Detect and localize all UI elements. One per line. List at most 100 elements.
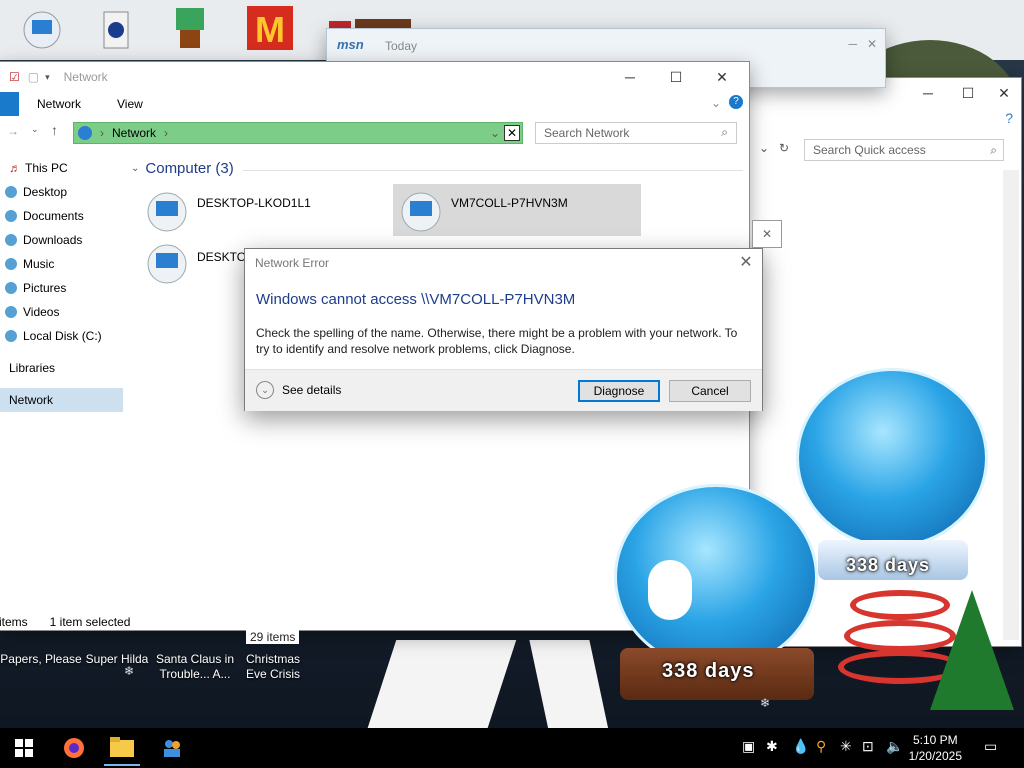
network-computer-icon[interactable] [12,4,72,56]
sidebar-item-documents[interactable]: Documents [0,204,123,228]
music-icon [5,258,17,270]
firefox-icon [64,738,84,758]
game-tray-icon[interactable]: ✱ [766,738,778,755]
taskbar: ▣ ✱ 💧 ⚲ ✳ ⊡ 🔈 5:10 PM 1/20/2025 ▭ [0,728,1024,768]
sidebar-item-desktop[interactable]: Desktop [0,180,123,204]
chevron-down-icon: ⌄ [256,381,274,399]
address-dropdown-icon[interactable]: ⌄ [490,126,500,140]
wallpaper-road-2 [529,640,611,740]
search-icon: ⌕ [990,143,997,157]
app-tray-icon[interactable]: ▣ [742,738,755,755]
sidebar-item-pictures[interactable]: Pictures [0,276,123,300]
snow-globe [796,368,988,548]
desktop-icon-super-hilda[interactable]: Super Hilda [84,652,150,667]
breadcrumb-network[interactable]: Network [112,126,156,140]
recent-locations-icon[interactable]: ⌄ [31,124,39,135]
breadcrumb-separator: › [100,126,104,140]
start-button[interactable] [6,730,42,766]
game-character-icon[interactable] [160,2,220,54]
help-icon[interactable]: ? [729,95,743,109]
desktop-icon [5,186,17,198]
forward-icon[interactable]: → [7,124,19,138]
volume-icon[interactable]: 🔈 [886,738,903,755]
msn-logo: msn [337,37,364,52]
tab-network[interactable]: Network [19,92,99,116]
this-pc-icon: ♬ [9,161,21,175]
network-tray-icon[interactable]: ⊡ [862,738,874,755]
people-icon [164,740,180,757]
snowman-globe [614,484,818,670]
scrollbar[interactable] [1003,170,1019,640]
windows-icon [15,739,33,757]
new-folder-icon[interactable]: ▢ [28,70,39,84]
close-icon[interactable]: ✕ [867,37,877,51]
tab-view[interactable]: View [99,92,161,116]
mcdonalds-icon[interactable]: M [240,2,300,54]
firefox-taskbar-button[interactable] [56,730,92,766]
sidebar-item-network[interactable]: Network [0,388,123,412]
clear-address-icon[interactable]: ✕ [504,125,520,141]
refresh-icon[interactable]: ↻ [779,141,789,155]
network-app-taskbar-button[interactable] [154,730,190,766]
see-details-toggle[interactable]: ⌄ See details [256,381,341,399]
network-error-dialog[interactable]: Network Error ✕ Windows cannot access \\… [244,248,763,411]
computer-item-selected[interactable]: VM7COLL-P7HVN3M [393,184,641,236]
disk-icon [5,330,17,342]
computer-item[interactable]: DESKTOP-LKOD1L1 [145,190,365,234]
minimize-icon[interactable]: ─ [607,62,653,92]
dialog-footer: ⌄ See details Diagnose Cancel [245,369,762,411]
pictures-icon [5,282,17,294]
diagnose-button[interactable]: Diagnose [578,380,660,402]
desktop-icon-papers-please[interactable]: Papers, Please [0,652,82,667]
status-bar: items 1 item selected [0,615,131,629]
customize-dropdown-icon[interactable]: ▾ [45,72,50,83]
documents-icon [5,210,17,222]
file-explorer-taskbar-button[interactable] [104,730,140,766]
network-search-input[interactable]: Search Network ⌕ [535,122,737,144]
minimize-icon[interactable]: ─ [848,37,857,51]
snowflake-icon: ❄ [760,696,771,710]
sidebar-item-videos[interactable]: Videos [0,300,123,324]
desktop-icon-santa-claus[interactable]: Santa Claus in Trouble... A... [154,652,236,682]
dialog-heading: Windows cannot access \\VM7COLL-P7HVN3M [256,291,576,308]
sidebar-item-libraries[interactable]: Libraries [0,356,123,380]
search-icon: ⌕ [721,125,728,139]
expand-ribbon-icon[interactable]: ⌄ [711,96,721,110]
action-center-icon[interactable]: ▭ [984,738,997,755]
snowflake-icon: ❄ [404,508,415,522]
close-icon[interactable]: ✕ [981,78,1024,108]
sidebar-item-local-disk[interactable]: Local Disk (C:) [0,324,123,348]
folder-icon [110,737,134,757]
desktop-icon-christmas-eve[interactable]: Christmas Eve Crisis [234,652,312,682]
cancel-button[interactable]: Cancel [669,380,751,402]
help-icon[interactable]: ? [1005,110,1013,126]
ribbon: Network View ⌄ ? [0,92,749,116]
up-arrow-icon[interactable]: ↑ [51,122,58,138]
quick-access-search-input[interactable]: Search Quick access ⌕ [804,139,1004,161]
file-tab[interactable] [0,92,19,116]
quick-access-check-icon[interactable]: ☑ [9,70,20,84]
downloads-icon [5,234,17,246]
videos-icon [5,306,17,318]
collapse-group-icon[interactable]: ⌄ [131,163,139,174]
sidebar-item-this-pc[interactable]: ♬ This PC [0,156,123,180]
dialog-title: Network Error [255,256,330,270]
maximize-icon[interactable]: ☐ [653,62,699,92]
sidebar-item-downloads[interactable]: Downloads [0,228,123,252]
sidebar-item-music[interactable]: Music [0,252,123,276]
address-bar[interactable]: › Network › ⌄ ✕ [73,122,523,144]
taskbar-clock[interactable]: 5:10 PM 1/20/2025 [909,732,962,764]
app-shortcut-icon[interactable] [86,4,146,56]
close-icon[interactable]: ✕ [736,253,756,273]
close-icon[interactable]: ✕ [699,62,745,92]
group-divider [243,170,743,171]
droplet-tray-icon[interactable]: 💧 [792,738,809,755]
snowflake-tray-icon[interactable]: ✳ [840,738,852,755]
close-icon[interactable]: ✕ [752,220,782,248]
breadcrumb-chevron-icon[interactable]: › [164,126,168,140]
network-location-icon [78,126,92,140]
network-computer-icon [401,192,441,232]
chevron-down-icon[interactable]: ⌄ [759,141,769,155]
computer-group-header[interactable]: ⌄ Computer (3) [131,160,234,177]
search-tray-icon[interactable]: ⚲ [816,738,826,755]
